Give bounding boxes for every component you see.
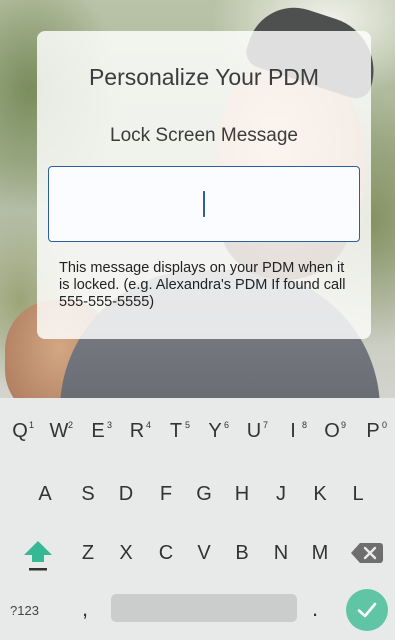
- key-p[interactable]: 0P: [355, 414, 391, 448]
- key-w[interactable]: 2W: [41, 414, 77, 448]
- key-j[interactable]: J: [263, 477, 299, 511]
- key-f[interactable]: F: [148, 477, 184, 511]
- key-o[interactable]: 9O: [314, 414, 350, 448]
- key-t[interactable]: 5T: [158, 414, 194, 448]
- lock-screen-message-field[interactable]: [48, 166, 360, 242]
- checkmark-icon: [357, 602, 377, 618]
- key-l[interactable]: L: [340, 477, 376, 511]
- personalize-dialog: Personalize Your PDM Lock Screen Message…: [37, 31, 371, 339]
- key-h[interactable]: H: [224, 477, 260, 511]
- key-c[interactable]: C: [148, 536, 184, 570]
- key-d[interactable]: D: [108, 477, 144, 511]
- key-e[interactable]: 3E: [80, 414, 116, 448]
- key-k[interactable]: K: [302, 477, 338, 511]
- key-n[interactable]: N: [263, 536, 299, 570]
- period-key[interactable]: .: [312, 596, 318, 622]
- key-v[interactable]: V: [186, 536, 222, 570]
- key-u[interactable]: 7U: [236, 414, 272, 448]
- backspace-icon: [351, 543, 383, 563]
- key-z[interactable]: Z: [70, 536, 106, 570]
- symbols-key[interactable]: ?123: [10, 601, 39, 621]
- key-i[interactable]: 8I: [275, 414, 311, 448]
- space-bar[interactable]: [111, 594, 297, 622]
- key-b[interactable]: B: [224, 536, 260, 570]
- dialog-title: Personalize Your PDM: [88, 64, 320, 90]
- key-q[interactable]: 1Q: [2, 414, 38, 448]
- backspace-key[interactable]: [349, 539, 385, 567]
- key-x[interactable]: X: [108, 536, 144, 570]
- key-g[interactable]: G: [186, 477, 222, 511]
- lock-screen-message-input[interactable]: [49, 167, 359, 241]
- shift-icon: [24, 541, 52, 571]
- key-a[interactable]: A: [27, 477, 63, 511]
- comma-key[interactable]: ,: [82, 596, 88, 622]
- key-r[interactable]: 4R: [119, 414, 155, 448]
- soft-keyboard: 1Q 2W 3E 4R 5T 6Y 7U 8I 9O 0P A S D F G …: [0, 398, 395, 640]
- done-key[interactable]: [346, 589, 388, 631]
- helper-text: This message displays on your PDM when i…: [59, 260, 346, 310]
- key-m[interactable]: M: [302, 536, 338, 570]
- dialog-subtitle: Lock Screen Message: [110, 125, 298, 146]
- key-y[interactable]: 6Y: [197, 414, 233, 448]
- shift-key[interactable]: [21, 535, 55, 575]
- key-s[interactable]: S: [70, 477, 106, 511]
